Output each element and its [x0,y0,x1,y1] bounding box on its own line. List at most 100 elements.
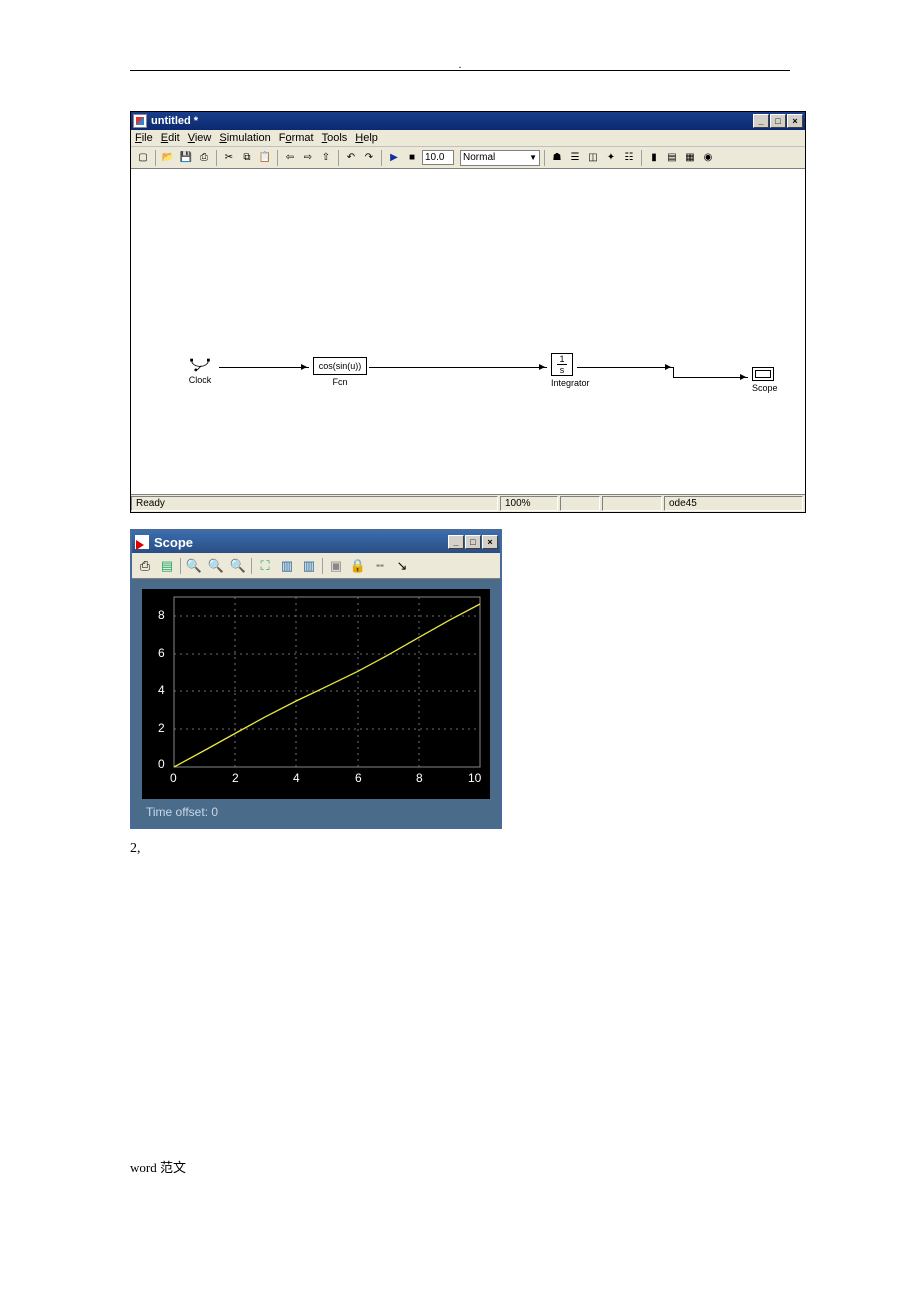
fcn-expr: cos(sin(u)) [313,357,367,375]
up-icon[interactable]: ⇧ [318,150,334,166]
ytick-8: 8 [158,608,165,622]
ytick-4: 4 [158,683,165,697]
integrator-block[interactable]: 1 s Integrator [551,353,590,388]
wire-integrator-scope-v [673,367,674,377]
stop-icon[interactable]: ■ [404,150,420,166]
wire-integrator-scope-h [577,367,673,368]
zoom-y-icon[interactable]: 🔍 [227,555,249,577]
ytick-0: 0 [158,757,165,771]
save-icon[interactable]: 💾 [178,150,194,166]
target-icon[interactable]: ◉ [700,150,716,166]
help-arrow-icon[interactable]: ↘ [391,555,413,577]
integrator-den: s [560,366,565,374]
ytick-2: 2 [158,721,165,735]
menu-edit[interactable]: Edit [161,132,180,144]
xtick-2: 2 [232,771,239,785]
simulink-window: untitled * _ □ × File Edit View Simulati… [130,111,806,513]
maximize-button[interactable]: □ [770,114,786,128]
wire-scope-in [673,377,748,378]
wire-clock-fcn [219,367,309,368]
chevron-down-icon: ▼ [529,153,537,162]
save-axes-icon[interactable]: ▥ [276,555,298,577]
scope-plot[interactable]: 0 2 4 6 8 0 2 4 6 8 10 [142,589,490,799]
scope-maximize-button[interactable]: □ [465,535,481,549]
scope-plot-area: 0 2 4 6 8 0 2 4 6 8 10 Time offset: 0 [132,579,500,827]
autoscale-icon[interactable]: ⛶ [254,555,276,577]
print-icon[interactable]: ⎙ [196,150,212,166]
menu-tools[interactable]: Tools [322,132,348,144]
tool-d-icon[interactable]: ✦ [603,150,619,166]
wire-fcn-integrator [369,367,547,368]
new-icon[interactable]: ▢ [135,150,151,166]
debugger-icon[interactable]: ▦ [682,150,698,166]
cut-icon[interactable]: ✂ [221,150,237,166]
mode-value: Normal [463,152,495,163]
undo-icon[interactable]: ↶ [343,150,359,166]
simulink-title: untitled * [151,115,198,127]
minimize-button[interactable]: _ [753,114,769,128]
ytick-6: 6 [158,646,165,660]
simulink-app-icon [133,114,147,128]
xtick-0: 0 [170,771,177,785]
clock-block[interactable]: Clock [186,357,214,385]
status-solver: ode45 [664,496,803,511]
simulink-titlebar[interactable]: untitled * _ □ × [131,112,805,130]
fcn-label: Fcn [313,377,367,387]
status-ready: Ready [131,496,498,511]
simulink-toolbar: ▢ 📂 💾 ⎙ ✂ ⧉ 📋 ⇦ ⇨ ⇧ ↶ ↷ ▶ ■ 10.0 Normal … [131,147,805,169]
print-icon[interactable]: ⎙ [134,555,156,577]
menu-help[interactable]: Help [355,132,378,144]
simulink-menubar: File Edit View Simulation Format Tools H… [131,130,805,147]
tool-e-icon[interactable]: ☷ [621,150,637,166]
stop-time-input[interactable]: 10.0 [422,150,454,165]
zoom-icon[interactable]: 🔍 [183,555,205,577]
scope-minimize-button[interactable]: _ [448,535,464,549]
scope-titlebar[interactable]: Scope _ □ × [132,531,500,553]
zoom-x-icon[interactable]: 🔍 [205,555,227,577]
close-button[interactable]: × [787,114,803,128]
paste-icon[interactable]: 📋 [257,150,273,166]
tool-a-icon[interactable]: ☗ [549,150,565,166]
tool-b-icon[interactable]: ☰ [567,150,583,166]
signal-selector-icon[interactable]: ╍ [369,555,391,577]
parameters-icon[interactable]: ▤ [156,555,178,577]
menu-simulation[interactable]: Simulation [219,132,270,144]
back-icon[interactable]: ⇦ [282,150,298,166]
xtick-6: 6 [355,771,362,785]
menu-file[interactable]: File [135,132,153,144]
integrator-label: Integrator [551,378,590,388]
forward-icon[interactable]: ⇨ [300,150,316,166]
scope-block[interactable]: Scope [752,367,778,393]
start-icon[interactable]: ▶ [386,150,402,166]
simulink-statusbar: Ready 100% ode45 [131,494,805,512]
lock-icon[interactable]: 🔒 [347,555,369,577]
status-pct: 100% [500,496,558,511]
scope-time-offset: Time offset: 0 [142,799,490,821]
menu-view[interactable]: View [188,132,212,144]
menu-format[interactable]: Format [279,132,314,144]
scope-close-button[interactable]: × [482,535,498,549]
page-footer: word 范文 [130,1157,790,1176]
redo-icon[interactable]: ↷ [361,150,377,166]
status-blank2 [602,496,662,511]
scope-app-icon [134,534,150,550]
scope-toolbar: ⎙ ▤ 🔍 🔍 🔍 ⛶ ▥ ▥ ▣ 🔒 ╍ ↘ [132,553,500,579]
status-blank1 [560,496,600,511]
fcn-block[interactable]: cos(sin(u)) Fcn [313,357,367,387]
scope-window: Scope _ □ × ⎙ ▤ 🔍 🔍 🔍 ⛶ ▥ ▥ ▣ 🔒 ╍ ↘ [130,529,502,829]
integrator-num: 1 [559,355,564,363]
restore-axes-icon[interactable]: ▥ [298,555,320,577]
caption-2: 2, [130,841,790,857]
model-explorer-icon[interactable]: ▤ [664,150,680,166]
simulink-canvas[interactable]: Clock cos(sin(u)) Fcn 1 s Integrator [131,169,805,494]
xtick-10: 10 [468,771,481,785]
tool-c-icon[interactable]: ◫ [585,150,601,166]
library-browser-icon[interactable]: ▮ [646,150,662,166]
float-icon[interactable]: ▣ [325,555,347,577]
copy-icon[interactable]: ⧉ [239,150,255,166]
xtick-8: 8 [416,771,423,785]
open-icon[interactable]: 📂 [160,150,176,166]
xtick-4: 4 [293,771,300,785]
scope-title: Scope [154,535,193,550]
mode-select[interactable]: Normal ▼ [460,150,540,166]
